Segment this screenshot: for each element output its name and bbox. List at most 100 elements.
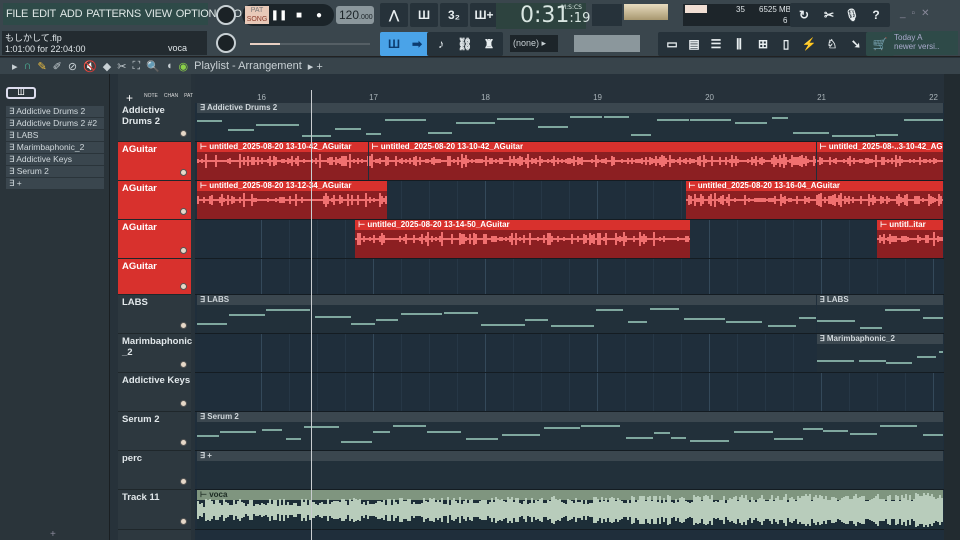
menu-view[interactable]: VIEW: [145, 8, 172, 20]
clip[interactable]: ⊢ untitled_2025-08-20 13-10-42_AGuitar: [197, 142, 368, 180]
clip[interactable]: ∃ LABS: [197, 295, 816, 333]
clip[interactable]: ⊢ untitled_2025-08-20 13-12-34_AGuitar: [197, 181, 387, 219]
news-panel[interactable]: Today Anewer versi..: [892, 31, 958, 55]
slice-tool-icon[interactable]: ✂: [117, 60, 126, 73]
tab-chan[interactable]: CHAN: [164, 93, 178, 99]
track-header[interactable]: perc: [118, 451, 191, 490]
track-header[interactable]: AGuitar: [118, 220, 191, 259]
playback-tool-icon[interactable]: ◖: [166, 60, 173, 72]
master-pitch-knob[interactable]: [216, 33, 236, 53]
track-enable-toggle[interactable]: [180, 361, 187, 368]
track-lane[interactable]: ⊢ voca: [195, 490, 944, 530]
clip[interactable]: ⊢ untitled_2025-08-20 13-16-04_AGuitar: [685, 181, 943, 219]
track-header[interactable]: Addictive Keys: [118, 373, 191, 412]
clip[interactable]: ∃ Serum 2: [197, 412, 943, 450]
clip[interactable]: ⊢ voca: [197, 490, 943, 529]
playlist-menu-arrow[interactable]: ▸: [12, 60, 18, 73]
zoom-tool-icon[interactable]: 🔍: [146, 60, 160, 73]
slip-tool-icon[interactable]: ◆: [103, 60, 111, 73]
track-header[interactable]: Track 11: [118, 490, 191, 530]
tempo-field[interactable]: 120.000: [336, 6, 374, 24]
clip[interactable]: ∃ Addictive Drums 2: [197, 103, 943, 141]
playhead[interactable]: [311, 90, 313, 540]
track-lane[interactable]: ⊢ untitled_2025-08-20 13-12-34_AGuitar ⊢ …: [195, 181, 944, 220]
pattern-item[interactable]: ∃ Addictive Drums 2: [6, 106, 104, 117]
menu-add[interactable]: ADD: [60, 8, 83, 20]
draw-tool-icon[interactable]: ✎: [37, 60, 46, 73]
track-enable-toggle[interactable]: [180, 478, 187, 485]
clip[interactable]: ∃ Marimbaphonic_2: [816, 334, 943, 372]
step-edit-icon[interactable]: Ш+: [470, 3, 498, 27]
pattern-item[interactable]: ∃ Addictive Drums 2 #2: [6, 118, 104, 129]
track-enable-toggle[interactable]: [180, 283, 187, 290]
master-slider[interactable]: [250, 43, 370, 45]
clip[interactable]: ∃ +: [197, 451, 943, 489]
clip[interactable]: ⊢ untitled_2025-08-..3-10-42_AGuitar: [816, 142, 943, 180]
pattern-item[interactable]: ∃ +: [6, 178, 104, 189]
clip[interactable]: ∃ LABS: [816, 295, 943, 333]
pattern-selector[interactable]: [574, 35, 640, 52]
shop-icon[interactable]: 🛒: [866, 32, 894, 56]
time-display[interactable]: 0:31:19 M:S:CS: [496, 3, 590, 29]
track-enable-toggle[interactable]: [180, 400, 187, 407]
track-enable-toggle[interactable]: [180, 208, 187, 215]
track-header[interactable]: LABS: [118, 295, 191, 334]
snap-select[interactable]: (none) ▸: [510, 35, 558, 52]
clip[interactable]: ⊢ untitl..itar: [877, 220, 943, 258]
menu-edit[interactable]: EDIT: [32, 8, 56, 20]
select-tool-icon[interactable]: ⛶: [132, 60, 140, 73]
track-lane[interactable]: ∃ LABS ∃ LABS: [195, 295, 944, 334]
pattern-item[interactable]: ∃ Serum 2: [6, 166, 104, 177]
pattern-item[interactable]: ∃ LABS: [6, 130, 104, 141]
track-enable-toggle[interactable]: [180, 322, 187, 329]
track-enable-toggle[interactable]: [180, 247, 187, 254]
pattern-view-toggle[interactable]: Ш: [6, 87, 36, 99]
menu-patterns[interactable]: PATTERNS: [86, 8, 141, 20]
track-lane[interactable]: ∃ Serum 2: [195, 412, 944, 451]
window-controls[interactable]: _▫✕: [900, 8, 936, 19]
clip[interactable]: ⊢ untitled_2025-08-20 13-14-50_AGuitar: [355, 220, 691, 258]
track-header[interactable]: AGuitar: [118, 142, 191, 181]
add-arrangement-button[interactable]: ▸ +: [308, 60, 323, 73]
track-header[interactable]: Marimbaphonic _2: [118, 334, 192, 373]
countdown-icon[interactable]: 3₂: [440, 3, 468, 27]
menu-file[interactable]: FILE: [6, 8, 28, 20]
undo-icon[interactable]: ↻: [790, 3, 818, 27]
tab-pat[interactable]: PAT: [184, 93, 193, 99]
record-button[interactable]: ●: [309, 10, 329, 21]
wait-input-icon[interactable]: Ш: [410, 3, 438, 27]
add-pattern-button[interactable]: +: [50, 529, 56, 540]
playlist-grid[interactable]: 16 17 18 19 20 21 22 ∃ Addictive Drums 2 ⊢ unti…: [195, 74, 944, 540]
track-lane[interactable]: ⊢ untitled_2025-08-20 13-10-42_AGuitar ⊢ …: [195, 142, 944, 181]
paint-tool-icon[interactable]: ✐: [53, 60, 62, 73]
pause-button[interactable]: ❚❚: [269, 10, 289, 21]
help-icon[interactable]: ?: [862, 3, 890, 27]
track-enable-toggle[interactable]: [180, 439, 187, 446]
track-header[interactable]: Serum 2: [118, 412, 191, 451]
magnet-icon[interactable]: ∩: [24, 60, 32, 72]
track-lane[interactable]: ⊢ untitled_2025-08-20 13-14-50_AGuitar ⊢ …: [195, 220, 944, 259]
track-lane[interactable]: [195, 373, 944, 412]
mute-tool-icon[interactable]: 🔇: [83, 60, 97, 73]
track-enable-toggle[interactable]: [180, 130, 187, 137]
track-lane[interactable]: ∃ +: [195, 451, 944, 490]
track-header[interactable]: Addictive Drums 2: [118, 103, 191, 142]
track-enable-toggle[interactable]: [180, 169, 187, 176]
clip[interactable]: ⊢ untitled_2025-08-20 13-10-42_AGuitar: [368, 142, 816, 180]
stop-button[interactable]: ■: [289, 10, 309, 21]
track-lane[interactable]: ∃ Marimbaphonic_2: [195, 334, 944, 373]
pat-song-toggle[interactable]: PAT SONG: [245, 6, 269, 24]
track-header[interactable]: AGuitar: [118, 181, 191, 220]
pattern-item[interactable]: ∃ Marimbaphonic_2: [6, 142, 104, 153]
track-lane[interactable]: [195, 259, 944, 295]
tab-note[interactable]: NOTE: [144, 93, 158, 99]
metronome-icon[interactable]: ⋀: [380, 3, 408, 27]
pattern-item[interactable]: ∃ Addictive Keys: [6, 154, 104, 165]
track-lane[interactable]: ∃ Addictive Drums 2: [195, 103, 944, 142]
delete-tool-icon[interactable]: ⊘: [68, 60, 77, 73]
track-header[interactable]: AGuitar: [118, 259, 191, 295]
timeline-ruler[interactable]: 16 17 18 19 20 21 22: [195, 74, 944, 103]
track-enable-toggle[interactable]: [180, 518, 187, 525]
hat-icon[interactable]: ♜: [475, 32, 503, 56]
vertical-scrollbar[interactable]: [944, 74, 960, 540]
